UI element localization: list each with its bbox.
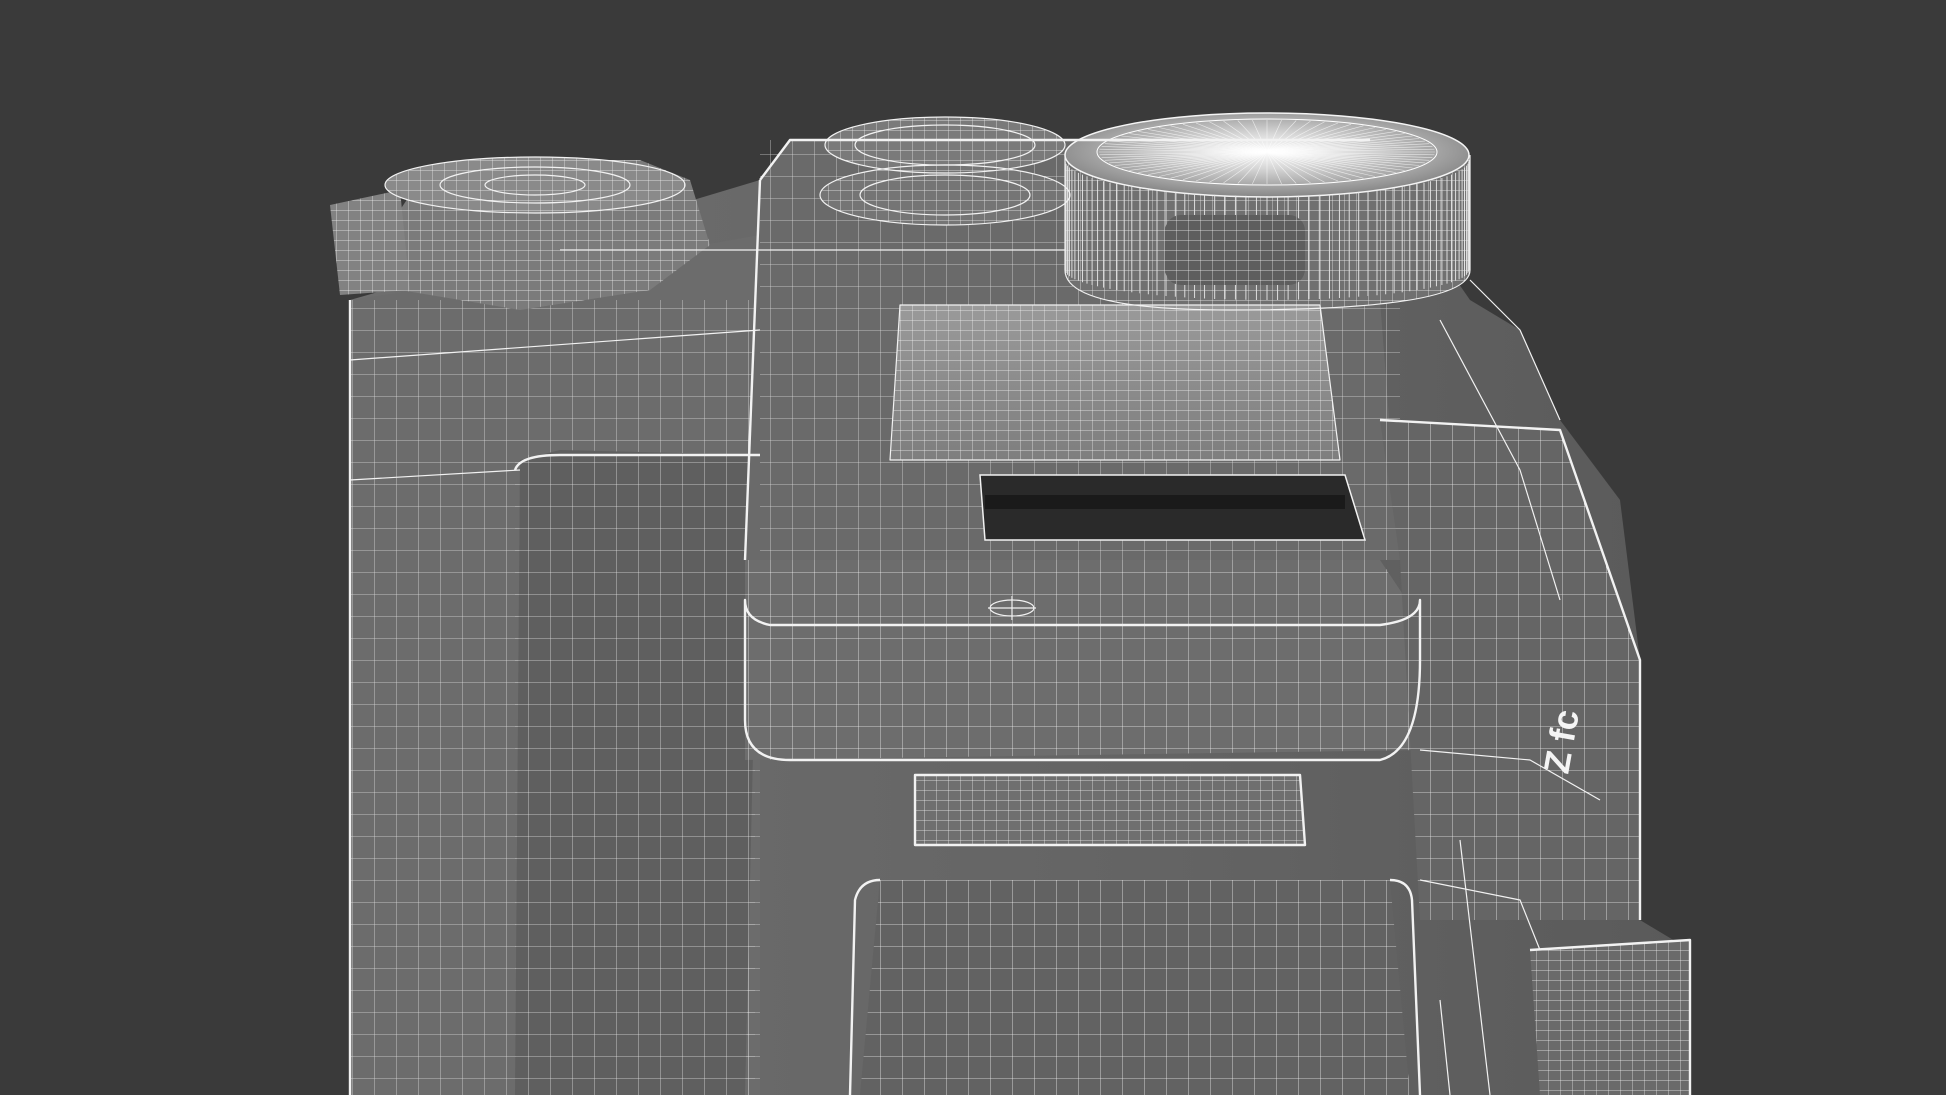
front-plate bbox=[745, 560, 1420, 760]
render-canvas: Z fc bbox=[330, 112, 1692, 1095]
camera-wireframe-render: Z fc bbox=[0, 0, 1946, 1095]
dial-rays bbox=[1099, 119, 1435, 185]
mode-switch bbox=[1165, 215, 1305, 285]
